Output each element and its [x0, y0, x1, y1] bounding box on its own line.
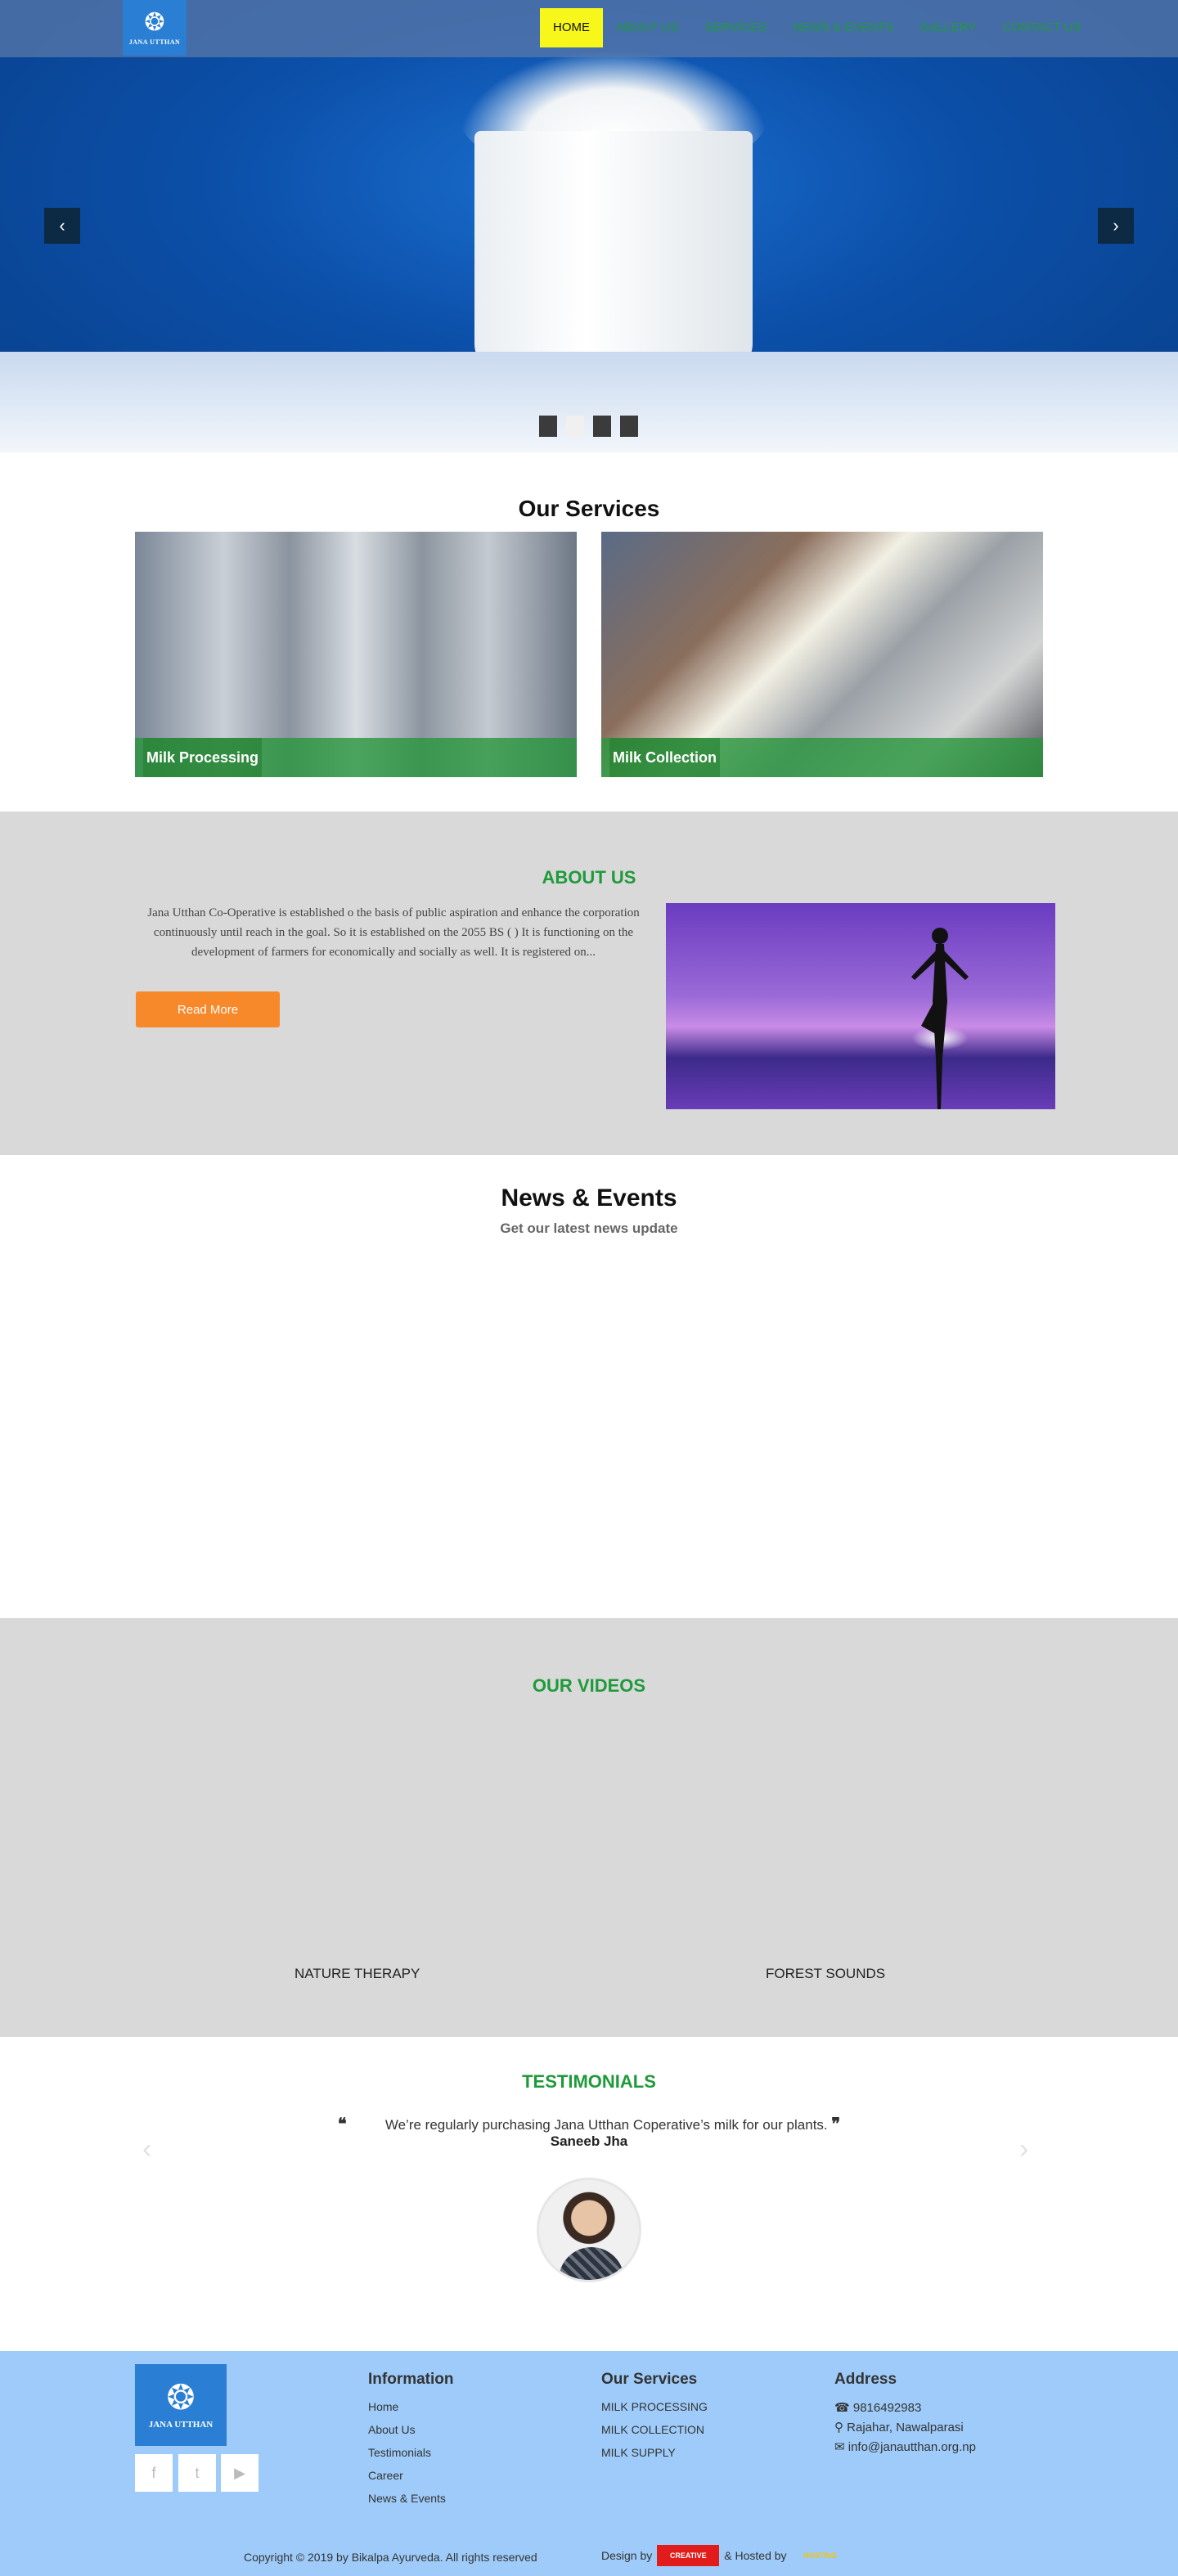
envelope-icon: ✉ [834, 2440, 845, 2454]
slider-indicators [539, 416, 638, 437]
yoga-silhouette [911, 928, 969, 1109]
service-card-milk-collection[interactable]: Milk Collection [601, 532, 1043, 777]
site-credits: Design by CREATIVE & Hosted by HOSTING [601, 2545, 849, 2566]
news-title: News & Events [501, 1185, 677, 1212]
avatar-shirt [559, 2247, 624, 2280]
map-marker-icon: ⚲ [834, 2421, 843, 2434]
about-title: ABOUT US [542, 867, 636, 888]
footer-link-milk-supply[interactable]: MILK SUPPLY [601, 2446, 708, 2459]
open-quote-icon: ❝ [337, 2115, 347, 2133]
slider-dot-2[interactable] [566, 416, 584, 437]
nav-about-us[interactable]: ABOUT US [603, 8, 691, 47]
nav-contact-us[interactable]: CONTACT US [989, 8, 1094, 47]
footer-location: ⚲ Rajahar, Nawalparasi [834, 2421, 964, 2434]
video-label-forest-sounds[interactable]: FOREST SOUNDS [766, 1966, 885, 1982]
videos-section: OUR VIDEOS NATURE THERAPY FOREST SOUNDS [0, 1618, 1178, 2037]
footer-link-career[interactable]: Career [368, 2469, 454, 2482]
footer-link-milk-processing[interactable]: MILK PROCESSING [601, 2400, 708, 2413]
service-caption: Milk Collection [601, 738, 1043, 777]
testimonials-title: TESTIMONIALS [522, 2071, 656, 2092]
service-card-milk-processing[interactable]: Milk Processing [135, 532, 577, 777]
hosted-by-label: & Hosted by [724, 2549, 787, 2562]
milk-glass-image [474, 131, 753, 376]
slider-dot-3[interactable] [593, 416, 611, 437]
hero-table-surface [0, 352, 1178, 452]
chevron-right-icon: › [1113, 215, 1119, 236]
testimonial-quote: ❝ We’re regularly purchasing Jana Utthan… [0, 2114, 1178, 2134]
testimonial-prev-button[interactable]: ‹ [142, 2133, 151, 2165]
footer-link-about-us[interactable]: About Us [368, 2423, 454, 2436]
hero-slider: ‹ › [0, 0, 1178, 452]
copyright-text: Copyright © 2019 by Bikalpa Ayurveda. Al… [244, 2551, 537, 2564]
footer-address: Address ☎ 9816492983 ⚲ Rajahar, Nawalpar… [834, 2371, 976, 2459]
main-nav: HOME ABOUT US SERVICES NEWS & EVENTS GAL… [540, 8, 1094, 47]
designer-logo[interactable]: CREATIVE [657, 2545, 720, 2566]
footer-information: Information Home About Us Testimonials C… [368, 2371, 454, 2515]
footer-phone: ☎ 9816492983 [834, 2401, 922, 2415]
yoga-sunset-image [666, 903, 1055, 1109]
twitter-icon[interactable]: t [178, 2454, 216, 2492]
site-footer: ❂ JANA UTTHAN f t ▶ Information Home Abo… [0, 2351, 1178, 2576]
footer-link-home[interactable]: Home [368, 2400, 454, 2413]
nav-services[interactable]: SERVICES [691, 8, 780, 47]
nav-gallery[interactable]: GALLERY [906, 8, 989, 47]
testimonial-text: We’re regularly purchasing Jana Utthan C… [384, 2117, 828, 2133]
service-caption: Milk Processing [135, 738, 577, 777]
videos-title: OUR VIDEOS [532, 1675, 646, 1696]
youtube-icon[interactable]: ▶ [221, 2454, 259, 2492]
nav-news-events[interactable]: NEWS & EVENTS [780, 8, 906, 47]
testimonial-author: Saneeb Jha [550, 2133, 628, 2149]
about-text: Jana Utthan Co-Operative is established … [147, 906, 640, 959]
facebook-icon[interactable]: f [135, 2454, 173, 2492]
footer-link-news-events[interactable]: News & Events [368, 2492, 454, 2505]
logo-text: JANA UTTHAN [128, 38, 181, 46]
slider-next-button[interactable]: › [1098, 208, 1134, 244]
site-header: ❂ JANA UTTHAN HOME ABOUT US SERVICES NEW… [0, 0, 1178, 57]
design-by-label: Design by [601, 2549, 653, 2562]
site-logo[interactable]: ❂ JANA UTTHAN [123, 0, 187, 56]
about-section: ABOUT US Jana Utthan Co-Operative is est… [0, 811, 1178, 1155]
footer-logo-text: JANA UTTHAN [148, 2420, 214, 2430]
footer-email[interactable]: ✉ info@janautthan.org.np [834, 2439, 976, 2454]
footer-link-milk-collection[interactable]: MILK COLLECTION [601, 2423, 708, 2436]
slider-dot-4[interactable] [620, 416, 638, 437]
phone-icon: ☎ [834, 2401, 850, 2415]
logo-emblem-icon: ❂ [166, 2378, 196, 2416]
host-logo[interactable]: HOSTING [792, 2546, 849, 2565]
close-quote-icon: ❞ [831, 2115, 841, 2133]
footer-information-title: Information [368, 2371, 454, 2388]
testimonial-avatar [537, 2178, 641, 2282]
footer-address-title: Address [834, 2371, 897, 2388]
footer-services-title: Our Services [601, 2371, 698, 2388]
slider-dot-1[interactable] [539, 416, 557, 437]
services-title: Our Services [518, 496, 660, 521]
read-more-button[interactable]: Read More [136, 991, 280, 1027]
footer-logo[interactable]: ❂ JANA UTTHAN [135, 2364, 227, 2446]
footer-link-testimonials[interactable]: Testimonials [368, 2446, 454, 2459]
chevron-left-icon: ‹ [59, 215, 65, 236]
slider-prev-button[interactable]: ‹ [44, 208, 80, 244]
video-label-nature-therapy[interactable]: NATURE THERAPY [294, 1966, 420, 1982]
nav-home[interactable]: HOME [540, 8, 603, 47]
news-subtitle: Get our latest news update [500, 1221, 678, 1236]
footer-services: Our Services MILK PROCESSING MILK COLLEC… [601, 2371, 708, 2469]
testimonial-next-button[interactable]: › [1019, 2133, 1028, 2165]
logo-emblem-icon: ❂ [144, 8, 165, 36]
